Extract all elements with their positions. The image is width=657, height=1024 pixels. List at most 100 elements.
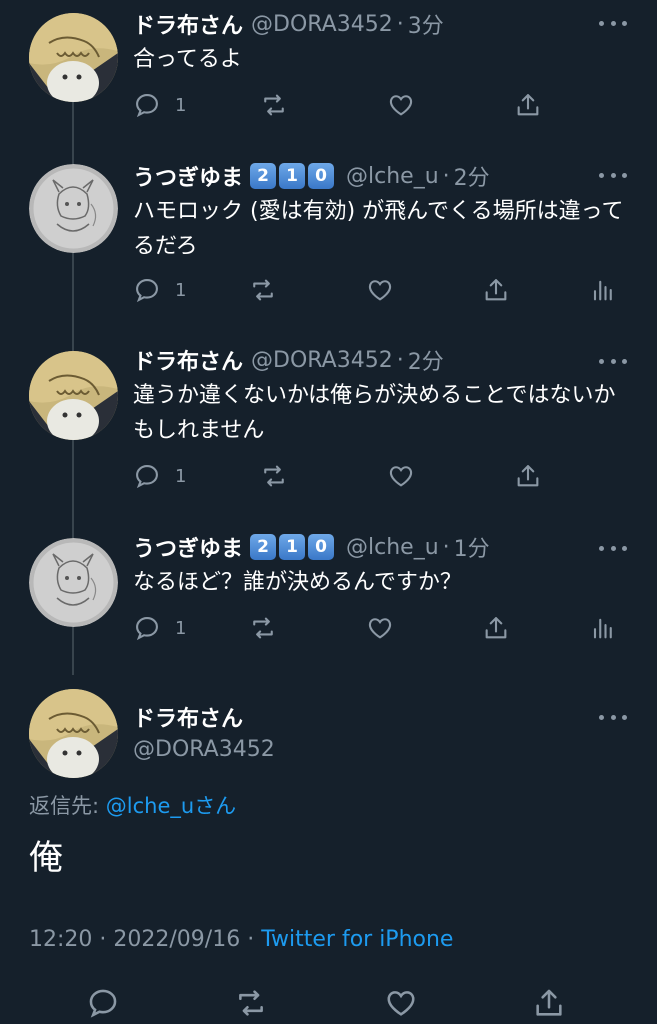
retweet-button[interactable]: [249, 613, 277, 643]
keycap-emoji: 2: [250, 534, 277, 560]
tweet-actions: 1: [133, 90, 623, 120]
timestamp[interactable]: 2分: [454, 160, 490, 192]
tweet-item[interactable]: うつぎゆま 2 1 0 @lche_u · 1分 なるほど？誰が決めるんですか？…: [0, 525, 657, 675]
retweet-button[interactable]: [260, 90, 288, 120]
user-handle[interactable]: @lche_u: [346, 535, 439, 560]
main-tweet-actions: [0, 986, 657, 1020]
share-button[interactable]: [482, 613, 510, 643]
timestamp[interactable]: 3分: [408, 8, 444, 40]
separator-dot: ·: [442, 163, 450, 189]
display-name[interactable]: うつぎゆま: [133, 160, 243, 192]
share-icon: [517, 465, 539, 487]
reply-icon: [136, 617, 158, 641]
user-handle[interactable]: @DORA3452: [251, 348, 393, 373]
keycap-emoji: 2: [250, 163, 277, 189]
retweet-icon: [264, 465, 284, 487]
like-button[interactable]: [366, 613, 394, 643]
name-emoji-group: 2 1 0: [247, 534, 335, 560]
like-button[interactable]: [387, 461, 415, 491]
analytics-icon: [593, 280, 612, 301]
avatar[interactable]: [29, 13, 118, 102]
user-handle[interactable]: @lche_u: [346, 164, 439, 189]
retweet-icon: [253, 617, 273, 639]
separator-dot: ·: [442, 534, 450, 560]
reply-count: 1: [175, 94, 187, 116]
reply-to-line: 返信先: @lche_uさん: [29, 790, 236, 820]
like-button[interactable]: [384, 986, 418, 1020]
share-icon: [485, 279, 507, 301]
display-name[interactable]: ドラ布さん: [133, 701, 243, 733]
display-name[interactable]: うつぎゆま: [133, 531, 243, 563]
tweet-text: なるほど？誰が決めるんですか？: [133, 570, 462, 595]
reply-icon: [136, 94, 158, 118]
more-icon[interactable]: [599, 171, 627, 179]
tweet-date[interactable]: 2022/09/16: [113, 927, 240, 952]
share-icon: [517, 94, 539, 116]
reply-button[interactable]: 1: [133, 275, 186, 305]
tweet-item[interactable]: うつぎゆま 2 1 0 @lche_u · 2分 ハモロック (愛は有効) が飛…: [0, 145, 657, 330]
tweet-time[interactable]: 12:20: [29, 927, 92, 952]
share-icon: [485, 617, 507, 639]
retweet-icon: [253, 279, 273, 301]
share-icon: [536, 989, 562, 1016]
retweet-icon: [264, 94, 284, 116]
tweet-header: うつぎゆま 2 1 0 @lche_u · 1分: [133, 531, 490, 563]
display-name[interactable]: ドラ布さん: [133, 8, 243, 40]
timestamp[interactable]: 2分: [408, 344, 444, 376]
avatar[interactable]: [29, 351, 118, 440]
main-tweet: ドラ布さん @DORA3452: [0, 676, 657, 1024]
more-icon[interactable]: [599, 713, 627, 721]
like-icon: [389, 466, 413, 487]
separator-dot: ·: [247, 927, 255, 952]
tweet-source-link[interactable]: Twitter for iPhone: [261, 927, 453, 952]
like-button[interactable]: [366, 275, 394, 305]
retweet-button[interactable]: [260, 461, 288, 491]
tweet-item[interactable]: ドラ布さん @DORA3452 · 2分 違うか違くないかは俺らが決めることでは…: [0, 338, 657, 518]
reply-icon: [136, 465, 158, 489]
reply-button[interactable]: 1: [133, 461, 186, 491]
share-button[interactable]: [514, 461, 542, 491]
reply-prefix: 返信先:: [29, 794, 100, 818]
reply-button[interactable]: 1: [133, 90, 186, 120]
reply-mention-link[interactable]: @lche_u: [106, 794, 194, 818]
user-handle[interactable]: @DORA3452: [251, 12, 393, 37]
like-icon: [368, 618, 392, 639]
timestamp[interactable]: 1分: [454, 531, 490, 563]
analytics-button[interactable]: [588, 275, 616, 305]
reply-count: 1: [175, 465, 187, 487]
retweet-icon: [239, 990, 263, 1016]
reply-button[interactable]: [86, 986, 120, 1020]
more-icon[interactable]: [599, 357, 627, 365]
retweet-button[interactable]: [233, 986, 269, 1020]
reply-icon: [136, 279, 158, 303]
analytics-button[interactable]: [588, 613, 616, 643]
reply-count: 1: [175, 279, 187, 301]
tweet-actions: 1: [133, 275, 623, 305]
separator-dot: ·: [396, 11, 404, 37]
tweet-text: 合ってるよ: [133, 47, 242, 72]
reply-button[interactable]: 1: [133, 613, 186, 643]
avatar[interactable]: [29, 538, 118, 627]
user-handle[interactable]: @DORA3452: [133, 737, 275, 762]
like-button[interactable]: [387, 90, 415, 120]
avatar[interactable]: [29, 689, 118, 778]
retweet-button[interactable]: [249, 275, 277, 305]
tweet-text: ハモロック (愛は有効) が飛んでくる場所は違ってるだろ: [133, 199, 624, 259]
share-button[interactable]: [514, 90, 542, 120]
keycap-emoji: 1: [279, 163, 306, 189]
main-tweet-text: 俺: [29, 838, 63, 878]
keycap-emoji: 1: [279, 534, 306, 560]
avatar[interactable]: [29, 164, 118, 253]
tweet-actions: 1: [133, 613, 623, 643]
name-emoji-group: 2 1 0: [247, 163, 335, 189]
more-icon[interactable]: [599, 544, 627, 552]
share-button[interactable]: [482, 275, 510, 305]
share-button[interactable]: [532, 986, 566, 1020]
like-icon: [387, 991, 415, 1016]
tweet-item[interactable]: ドラ布さん @DORA3452 · 3分 合ってるよ 1: [0, 0, 657, 140]
display-name[interactable]: ドラ布さん: [133, 344, 243, 376]
more-icon[interactable]: [599, 19, 627, 27]
tweet-text: 違うか違くないかは俺らが決めることではないかもしれません: [133, 383, 616, 443]
tweet-header: ドラ布さん @DORA3452 · 2分: [133, 344, 444, 376]
keycap-emoji: 0: [308, 534, 335, 560]
